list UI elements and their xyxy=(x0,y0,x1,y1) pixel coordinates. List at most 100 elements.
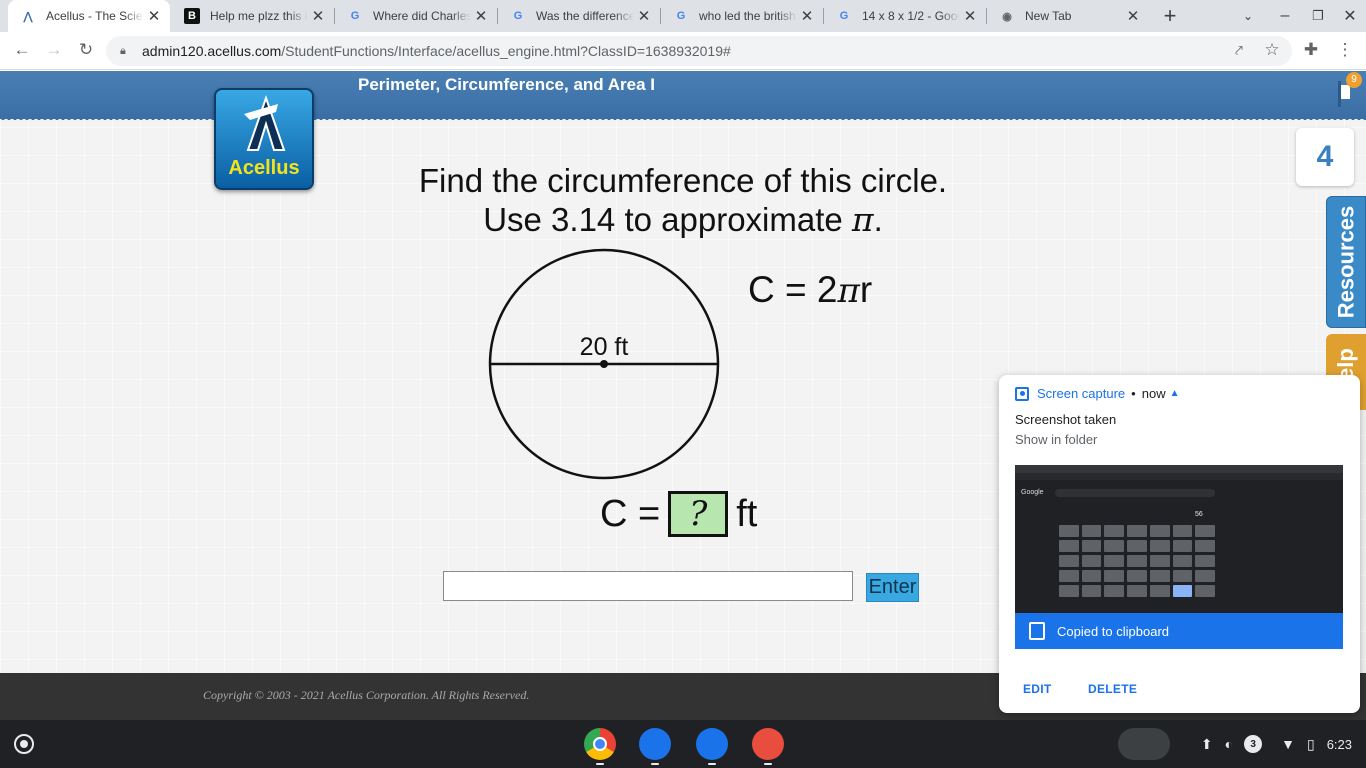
enter-button[interactable]: Enter xyxy=(866,573,919,602)
answer-input[interactable] xyxy=(443,571,853,601)
tab-google-4[interactable]: G 14 x 8 x 1/2 - Google ✕ xyxy=(824,0,986,32)
clipboard-bar: Copied to clipboard xyxy=(1015,613,1343,649)
close-icon[interactable]: ✕ xyxy=(797,7,817,25)
diameter-label: 20 ft xyxy=(580,333,629,361)
back-button[interactable]: ← xyxy=(7,35,37,65)
notification-time: now xyxy=(1141,386,1166,401)
copyright-text: Copyright © 2003 - 2021 Acellus Corporat… xyxy=(203,688,530,702)
question-line-2-prefix: Use 3.14 to approximate xyxy=(483,201,852,238)
brainly-icon: B xyxy=(184,8,200,24)
tab-title: Acellus - The Science of Learning xyxy=(46,9,144,23)
resources-label: Resources xyxy=(1333,205,1359,319)
tab-google-1[interactable]: G Where did Charles ✕ xyxy=(335,0,497,32)
google-icon: G xyxy=(513,10,523,22)
address-bar[interactable]: 🔒︎ admin120.acellus.com/StudentFunctions… xyxy=(106,36,1292,66)
tab-new-tab[interactable]: ◉ New Tab ✕ xyxy=(987,0,1149,32)
circumference-formula: C = 2πr xyxy=(748,269,872,311)
answer-unit: ft xyxy=(736,492,758,535)
tab-google-3[interactable]: G who led the british ✕ xyxy=(661,0,823,32)
google-icon: G xyxy=(676,10,686,22)
tab-google-2[interactable]: G Was the difference ✕ xyxy=(498,0,660,32)
logo-text: Acellus xyxy=(228,157,300,179)
url-path: /StudentFunctions/Interface/acellus_engi… xyxy=(281,43,731,59)
resources-tab[interactable]: Resources xyxy=(1326,196,1366,328)
battery-icon: ▯ xyxy=(1306,735,1315,752)
formula-prefix: C = 2 xyxy=(748,269,838,310)
tab-title: Where did Charles xyxy=(373,9,471,23)
menu-icon[interactable]: ⋮ xyxy=(1330,35,1360,65)
tab-search-button[interactable]: ⌄ xyxy=(1232,0,1264,32)
clock: 6:23 xyxy=(1326,736,1352,752)
delete-button[interactable]: DELETE xyxy=(1088,682,1137,696)
vpn-icon: ◐ xyxy=(1224,736,1234,752)
tab-title: Help me plzz this is due xyxy=(210,9,308,23)
notification-count-badge: 3 xyxy=(1244,735,1263,753)
holding-space-icon[interactable] xyxy=(1118,728,1170,760)
show-in-folder-link[interactable]: Show in folder xyxy=(1015,432,1097,447)
score-box: 4 xyxy=(1296,128,1354,186)
screen-capture-icon xyxy=(1015,386,1029,401)
question-line-2-suffix: . xyxy=(873,201,883,238)
acellus-logo-mark xyxy=(244,94,286,151)
clipboard-text: Copied to clipboard xyxy=(1057,623,1170,639)
bookmark-star-icon[interactable]: ☆ xyxy=(1257,35,1287,65)
music-app-icon[interactable] xyxy=(752,728,784,765)
screenshot-thumbnail[interactable]: Google 56 xyxy=(1015,465,1343,613)
close-icon[interactable]: ✕ xyxy=(1123,7,1143,25)
tab-title: New Tab xyxy=(1025,9,1072,23)
clipboard-icon xyxy=(1029,622,1045,640)
answer-placeholder-box: ? xyxy=(668,491,729,537)
system-shelf: ⬆ ◐ 3 ▼ ▯ 6:23 xyxy=(0,720,1366,768)
messages-app-icon[interactable] xyxy=(639,728,671,765)
google-icon: G xyxy=(350,10,360,22)
minimize-button[interactable]: – xyxy=(1269,0,1301,32)
tab-brainly[interactable]: B Help me plzz this is due ✕ xyxy=(172,0,334,32)
close-icon[interactable]: ✕ xyxy=(144,7,164,25)
thumbnail-search-box xyxy=(1055,489,1215,497)
new-tab-button[interactable]: + xyxy=(1154,0,1186,32)
thumbnail-google-logo: Google xyxy=(1021,489,1044,496)
forward-button[interactable]: → xyxy=(39,35,69,65)
chrome-app-icon[interactable] xyxy=(584,728,616,765)
pi-symbol: π xyxy=(851,200,874,239)
notification-header: Screen capture • now ▲ xyxy=(1015,386,1180,401)
close-icon[interactable]: ✕ xyxy=(308,7,328,25)
lesson-title: Perimeter, Circumference, and Area I xyxy=(358,75,656,94)
formula-pi: π xyxy=(837,271,860,311)
question-text: Find the circumference of this circle. U… xyxy=(380,161,986,239)
screen-capture-notification[interactable]: Screen capture • now ▲ Screenshot taken … xyxy=(999,375,1360,713)
chrome-icon: ◉ xyxy=(1002,10,1012,23)
formula-suffix: r xyxy=(859,269,873,310)
tab-acellus[interactable]: ⋀ Acellus - The Science of Learning ✕ xyxy=(8,0,170,32)
extensions-icon[interactable]: ✚ xyxy=(1296,35,1326,65)
acellus-logo: Acellus xyxy=(214,88,314,190)
notification-title: Screenshot taken xyxy=(1015,412,1117,427)
close-icon[interactable]: ✕ xyxy=(471,7,491,25)
files-app-icon[interactable] xyxy=(696,728,728,765)
tab-title: who led the british xyxy=(699,9,796,23)
status-tray[interactable]: ⬆ ◐ 3 ▼ ▯ 6:23 xyxy=(1195,728,1358,760)
tab-title: Was the difference xyxy=(536,9,634,23)
answer-prefix: C = xyxy=(600,492,661,535)
wifi-icon: ▼ xyxy=(1281,736,1295,752)
banner-border xyxy=(0,115,1366,121)
edit-button[interactable]: EDIT xyxy=(1023,682,1052,696)
lock-icon: 🔒︎ xyxy=(120,44,126,57)
restore-button[interactable]: ❐ xyxy=(1302,0,1334,32)
lesson-banner xyxy=(0,71,1366,119)
close-icon[interactable]: ✕ xyxy=(634,7,654,25)
launcher-icon[interactable] xyxy=(14,734,34,754)
question-line-2: Use 3.14 to approximate π. xyxy=(380,200,986,239)
chevron-up-icon[interactable]: ▲ xyxy=(1170,388,1180,399)
acellus-icon: ⋀ xyxy=(23,10,33,23)
share-icon[interactable]: ⤤ xyxy=(1224,35,1254,65)
close-window-button[interactable]: ✕ xyxy=(1334,0,1366,32)
thumbnail-tabs xyxy=(1015,465,1343,473)
center-point xyxy=(600,360,608,368)
reload-button[interactable]: ↻ xyxy=(71,35,101,65)
close-icon[interactable]: ✕ xyxy=(960,7,980,25)
google-icon: G xyxy=(839,10,849,22)
thumbnail-calculator xyxy=(1059,525,1215,597)
circle-diagram: 20 ft xyxy=(488,248,720,480)
answer-equation: C = ? ft xyxy=(600,491,757,537)
